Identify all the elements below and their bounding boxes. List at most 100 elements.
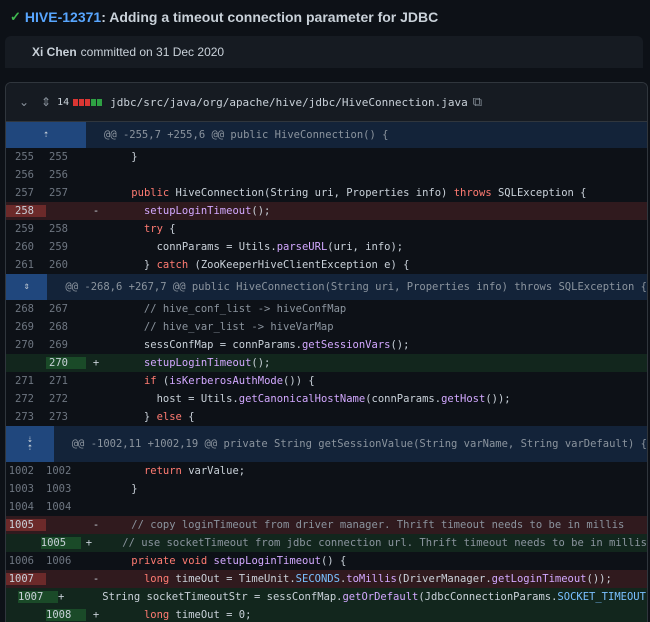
diff-line: 1002 1002 return varValue; bbox=[6, 462, 647, 480]
new-line-number[interactable]: 268 bbox=[46, 321, 86, 333]
diff-line: 1008 + long timeOut = 0; bbox=[6, 606, 647, 622]
diff-line: 257 257 public HiveConnection(String uri,… bbox=[6, 184, 647, 202]
old-line-number[interactable]: 258 bbox=[6, 205, 46, 217]
expand-all-icon[interactable]: ⇕ bbox=[41, 95, 51, 109]
old-line-number[interactable]: 1007 bbox=[6, 573, 46, 585]
new-line-number[interactable]: 260 bbox=[46, 259, 86, 271]
check-icon: ✓ bbox=[10, 9, 21, 24]
code-text: setupLoginTimeout(); bbox=[143, 205, 271, 217]
diff-line: 1005 + // use socketTimeout from jdbc con… bbox=[6, 534, 647, 552]
hunk-text: @@ -255,7 +255,6 @@ public HiveConnectio… bbox=[104, 129, 389, 141]
diff-line: 255 255 } bbox=[6, 148, 647, 166]
diff-body: ⇡ @@ -255,7 +255,6 @@ public HiveConnect… bbox=[6, 122, 647, 622]
diff-line: 1006 1006 private void setupLoginTimeout(… bbox=[6, 552, 647, 570]
code-text: // use socketTimeout from jdbc connectio… bbox=[97, 537, 647, 549]
code-text: public HiveConnection(String uri, Proper… bbox=[131, 187, 587, 199]
code-text: setupLoginTimeout(); bbox=[143, 357, 271, 369]
old-line-number[interactable]: 272 bbox=[6, 393, 46, 405]
old-line-number[interactable]: 1002 bbox=[6, 465, 46, 477]
diff-line: 259 258 try { bbox=[6, 220, 647, 238]
old-line-number[interactable]: 260 bbox=[6, 241, 46, 253]
old-line-number[interactable]: 271 bbox=[6, 375, 46, 387]
code-text: } bbox=[106, 151, 138, 163]
old-line-number[interactable]: 268 bbox=[6, 303, 46, 315]
old-line-number[interactable]: 259 bbox=[6, 223, 46, 235]
hunk-text: @@ -1002,11 +1002,19 @@ private String g… bbox=[71, 438, 647, 450]
diffstat-block bbox=[91, 98, 97, 106]
old-line-number[interactable]: 1006 bbox=[6, 555, 46, 567]
code-text: connParams = Utils.parseURL(uri, info); bbox=[106, 241, 404, 253]
new-line-number[interactable]: 1005 bbox=[40, 537, 81, 549]
new-line-number[interactable]: 1003 bbox=[46, 483, 86, 495]
code-text: // hive_var_list -> hiveVarMap bbox=[106, 321, 334, 333]
expand-up-icon[interactable]: ⇡ bbox=[6, 122, 86, 148]
old-line-number[interactable]: 256 bbox=[6, 169, 46, 181]
diff-marker: - bbox=[92, 573, 100, 585]
new-line-number[interactable]: 256 bbox=[46, 169, 86, 181]
old-line-number[interactable]: 255 bbox=[6, 151, 46, 163]
new-line-number[interactable]: 1008 bbox=[46, 609, 86, 621]
old-line-number[interactable]: 1003 bbox=[6, 483, 46, 495]
copy-icon[interactable]: ⧉ bbox=[473, 94, 482, 110]
old-line-number[interactable]: 1005 bbox=[6, 519, 46, 531]
code-text: } else { bbox=[106, 411, 195, 423]
author-name[interactable]: Xi Chen bbox=[32, 45, 77, 59]
diff-line: 260 259 connParams = Utils.parseURL(uri, … bbox=[6, 238, 647, 256]
code-text: } bbox=[106, 483, 138, 495]
diff-marker: + bbox=[92, 609, 100, 621]
diff-line: 272 272 host = Utils.getCanonicalHostName… bbox=[6, 390, 647, 408]
new-line-number[interactable]: 259 bbox=[46, 241, 86, 253]
commit-date: committed on 31 Dec 2020 bbox=[80, 45, 225, 59]
old-line-number[interactable]: 273 bbox=[6, 411, 46, 423]
old-line-number[interactable]: 270 bbox=[6, 339, 46, 351]
new-line-number[interactable]: 1004 bbox=[46, 501, 86, 513]
issue-link[interactable]: HIVE-12371 bbox=[25, 9, 101, 25]
diff-marker: - bbox=[92, 205, 100, 217]
code-text: // copy loginTimeout from driver manager… bbox=[106, 519, 625, 531]
new-line-number[interactable]: 258 bbox=[46, 223, 86, 235]
diff-line: 269 268 // hive_var_list -> hiveVarMap bbox=[6, 318, 647, 336]
new-line-number[interactable]: 271 bbox=[46, 375, 86, 387]
new-line-number[interactable]: 1002 bbox=[46, 465, 86, 477]
code-text: long timeOut = 0; bbox=[143, 609, 252, 621]
file-path[interactable]: jdbc/src/java/org/apache/hive/jdbc/HiveC… bbox=[110, 96, 468, 109]
old-line-number[interactable]: 269 bbox=[6, 321, 46, 333]
diffstat bbox=[73, 98, 103, 106]
change-count: 14 bbox=[57, 96, 70, 108]
new-line-number[interactable]: 1007 bbox=[18, 591, 58, 603]
diff-line: 1005 - // copy loginTimeout from driver m… bbox=[6, 516, 647, 534]
new-line-number[interactable]: 255 bbox=[46, 151, 86, 163]
new-line-number[interactable]: 269 bbox=[46, 339, 86, 351]
hunk-header: ⇣ ⇡ @@ -1002,11 +1002,19 @@ private Strin… bbox=[6, 426, 647, 462]
code-text: if (isKerberosAuthMode()) { bbox=[143, 375, 315, 387]
file-diff: ⌄ ⇕ 14 jdbc/src/java/org/apache/hive/jdb… bbox=[5, 82, 648, 622]
hunk-header: ⇕ @@ -268,6 +267,7 @@ public HiveConnect… bbox=[6, 274, 647, 300]
diff-line: 273 273 } else { bbox=[6, 408, 647, 426]
diff-line: 270 + setupLoginTimeout(); bbox=[6, 354, 647, 372]
file-header: ⌄ ⇕ 14 jdbc/src/java/org/apache/hive/jdb… bbox=[6, 83, 647, 122]
new-line-number[interactable]: 273 bbox=[46, 411, 86, 423]
new-line-number[interactable]: 1006 bbox=[46, 555, 86, 567]
new-line-number[interactable]: 272 bbox=[46, 393, 86, 405]
code-text: long timeOut = TimeUnit.SECONDS.toMillis… bbox=[143, 573, 612, 585]
code-text: sessConfMap = connParams.getSessionVars(… bbox=[106, 339, 410, 351]
old-line-number[interactable]: 257 bbox=[6, 187, 46, 199]
expand-icon[interactable]: ⇕ bbox=[6, 274, 48, 300]
old-line-number[interactable]: 1004 bbox=[6, 501, 46, 513]
hunk-text: @@ -268,6 +267,7 @@ public HiveConnectio… bbox=[65, 281, 647, 293]
diff-line: 270 269 sessConfMap = connParams.getSessi… bbox=[6, 336, 647, 354]
chevron-down-icon[interactable]: ⌄ bbox=[19, 95, 31, 109]
code-text: return varValue; bbox=[143, 465, 246, 477]
diff-line: 256 256 bbox=[6, 166, 647, 184]
code-text: private void setupLoginTimeout() { bbox=[131, 555, 347, 567]
old-line-number[interactable]: 261 bbox=[6, 259, 46, 271]
new-line-number[interactable]: 267 bbox=[46, 303, 86, 315]
diff-line: 1003 1003 } bbox=[6, 480, 647, 498]
new-line-number[interactable]: 257 bbox=[46, 187, 86, 199]
diff-line: 268 267 // hive_conf_list -> hiveConfMap bbox=[6, 300, 647, 318]
code-text: } catch (ZooKeeperHiveClientException e)… bbox=[106, 259, 410, 271]
expand-up-down-icon[interactable]: ⇣ ⇡ bbox=[6, 426, 54, 462]
code-text: host = Utils.getCanonicalHostName(connPa… bbox=[106, 393, 511, 405]
new-line-number[interactable]: 270 bbox=[46, 357, 86, 369]
hunk-header: ⇡ @@ -255,7 +255,6 @@ public HiveConnect… bbox=[6, 122, 647, 148]
